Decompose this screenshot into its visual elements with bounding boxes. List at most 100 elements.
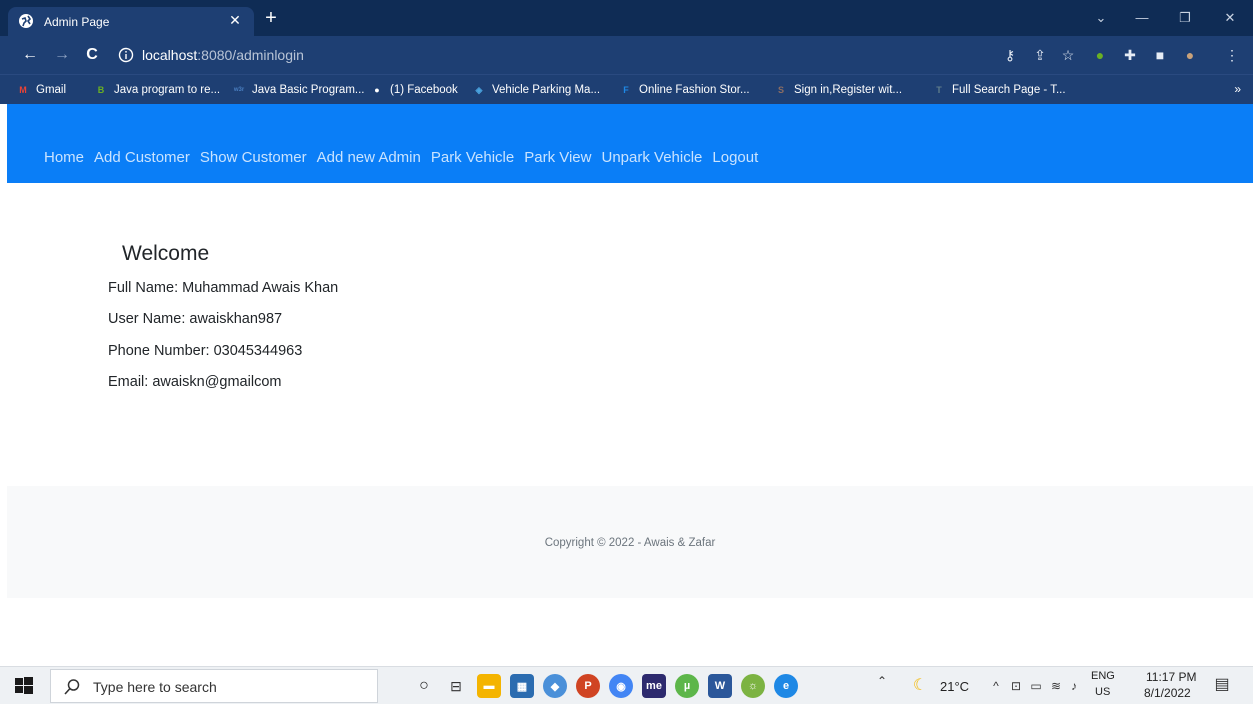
bookmark-item[interactable]: S Sign in,Register wit...: [774, 81, 902, 99]
powerpoint-icon[interactable]: P: [576, 674, 600, 698]
file-explorer-icon[interactable]: ▬: [477, 674, 501, 698]
show-hidden-icons-icon[interactable]: ⌃: [874, 673, 890, 689]
signin-icon: S: [777, 85, 784, 95]
windows-start-icon[interactable]: [14, 676, 34, 696]
word-icon[interactable]: W: [708, 674, 732, 698]
new-tab-icon[interactable]: +: [262, 8, 280, 28]
minimize-icon[interactable]: —: [1131, 8, 1153, 28]
wifi-icon[interactable]: ≋: [1048, 678, 1064, 694]
cortana-icon[interactable]: ○: [412, 674, 436, 698]
side-panel-icon[interactable]: ■: [1150, 45, 1170, 65]
bookmark-label: Gmail: [36, 84, 67, 96]
edge-icon[interactable]: e: [774, 674, 798, 698]
bookmark-green-icon: B: [97, 85, 105, 95]
chevron-up-icon[interactable]: ^: [988, 678, 1004, 694]
chrome-icon[interactable]: ◉: [609, 674, 633, 698]
forward-arrow-icon[interactable]: →: [52, 45, 72, 65]
nav-link-logout[interactable]: Logout: [712, 149, 758, 166]
browser-tab[interactable]: Admin Page ✕: [8, 7, 254, 36]
close-window-icon[interactable]: ✕: [1219, 8, 1241, 28]
utorrent-icon[interactable]: µ: [675, 674, 699, 698]
windows-taskbar: Type here to search ○ ⊟ ▬ ▦ ◆ P ◉ me µ W…: [0, 666, 1253, 704]
language-region[interactable]: US: [1095, 686, 1110, 698]
battery-icon[interactable]: ▭: [1028, 678, 1044, 694]
welcome-heading: Welcome: [122, 242, 210, 265]
search-page-icon: T: [936, 85, 942, 95]
restore-icon[interactable]: ❐: [1174, 8, 1196, 28]
tab-search-icon[interactable]: ⌄: [1090, 8, 1112, 28]
task-view-icon[interactable]: ⊟: [444, 674, 468, 698]
share-icon[interactable]: ⇪: [1030, 45, 1050, 65]
me-app-icon[interactable]: me: [642, 674, 666, 698]
info-icon[interactable]: [118, 47, 134, 63]
bookmarks-overflow-icon[interactable]: »: [1234, 82, 1241, 96]
bookmark-label: Online Fashion Stor...: [639, 84, 750, 96]
fashion-icon: F: [623, 85, 629, 95]
avatar[interactable]: ●: [1180, 45, 1200, 65]
puzzle-icon[interactable]: ✚: [1120, 45, 1140, 65]
store-icon[interactable]: ▦: [510, 674, 534, 698]
bookmark-label: (1) Facebook: [390, 84, 458, 96]
nav-link-park-vehicle[interactable]: Park Vehicle: [431, 149, 514, 166]
bookmark-label: Java program to re...: [114, 84, 221, 96]
w3r-icon: w3r: [233, 87, 245, 93]
cube-app-icon[interactable]: ◆: [543, 674, 567, 698]
extension-green-icon[interactable]: ●: [1090, 45, 1110, 65]
weather-moon-icon[interactable]: ☾: [912, 678, 928, 694]
nav-link-unpark-vehicle[interactable]: Unpark Vehicle: [602, 149, 703, 166]
notifications-icon[interactable]: ▤: [1214, 677, 1230, 693]
menu-dots-icon[interactable]: ⋮: [1222, 45, 1242, 65]
bookmark-label: Java Basic Program...: [252, 84, 365, 96]
bookmark-item[interactable]: B Java program to re...: [94, 81, 220, 99]
bookmark-item[interactable]: ◈ Vehicle Parking Ma...: [472, 81, 601, 99]
bookmark-item[interactable]: F Online Fashion Stor...: [619, 81, 750, 99]
tab-title: Admin Page: [44, 15, 110, 29]
search-icon: [64, 679, 80, 695]
volume-icon[interactable]: ♪: [1066, 678, 1082, 694]
close-tab-icon[interactable]: ✕: [227, 12, 243, 28]
page-footer: Copyright © 2022 - Awais & Zafar: [7, 486, 1253, 598]
eclipse-icon[interactable]: ☼: [741, 674, 765, 698]
nav-link-show-customer[interactable]: Show Customer: [200, 149, 307, 166]
bookmark-item[interactable]: w3r Java Basic Program...: [232, 81, 365, 99]
bookmark-label: Vehicle Parking Ma...: [492, 84, 601, 96]
back-arrow-icon[interactable]: ←: [20, 45, 40, 65]
temperature-text[interactable]: 21°C: [940, 679, 969, 694]
address-bar[interactable]: localhost:8080/adminlogin: [108, 40, 978, 70]
clock-date[interactable]: 8/1/2022: [1144, 686, 1191, 700]
search-placeholder: Type here to search: [93, 679, 217, 695]
url-host: localhost: [142, 47, 198, 63]
phone-number-text: Phone Number: 03045344963: [108, 343, 303, 359]
bookmark-item[interactable]: ● (1) Facebook: [370, 81, 458, 99]
parking-icon: ◈: [475, 84, 483, 95]
globe-icon: [19, 14, 33, 28]
bookmarks-bar: M Gmail B Java program to re... w3r Java Basi…: [0, 74, 1253, 104]
bookmark-label: Full Search Page - T...: [952, 84, 1066, 96]
reload-icon[interactable]: C: [82, 45, 102, 65]
taskbar-search-box[interactable]: Type here to search: [50, 669, 378, 703]
browser-tab-bar: Admin Page ✕ + ⌄ — ❐ ✕: [0, 0, 1253, 36]
gmail-icon: M: [19, 85, 27, 95]
nav-links: Home Add Customer Show Customer Add new …: [44, 149, 758, 166]
site-navbar: Home Add Customer Show Customer Add new …: [7, 104, 1253, 183]
globe-icon: ●: [374, 85, 380, 95]
browser-toolbar: ← → C localhost:8080/adminlogin ⚷ ⇪ ☆ ● …: [0, 36, 1253, 74]
copyright-text: Copyright © 2022 - Awais & Zafar: [544, 537, 716, 549]
bookmark-item[interactable]: T Full Search Page - T...: [932, 81, 1066, 99]
meet-now-icon[interactable]: ⊡: [1008, 678, 1024, 694]
nav-link-home[interactable]: Home: [44, 149, 84, 166]
nav-link-park-view[interactable]: Park View: [524, 149, 591, 166]
user-name-text: User Name: awaiskhan987: [108, 311, 283, 327]
url-text: localhost:8080/adminlogin: [142, 47, 304, 63]
nav-link-add-customer[interactable]: Add Customer: [94, 149, 190, 166]
star-icon[interactable]: ☆: [1058, 45, 1078, 65]
language-code[interactable]: ENG: [1091, 670, 1115, 682]
key-icon[interactable]: ⚷: [1000, 45, 1020, 65]
full-name-text: Full Name: Muhammad Awais Khan: [108, 280, 339, 296]
email-text: Email: awaiskn@gmailcom: [108, 374, 282, 390]
bookmark-item[interactable]: M Gmail: [16, 81, 66, 99]
bookmark-label: Sign in,Register wit...: [794, 84, 903, 96]
url-path: :8080/adminlogin: [197, 47, 304, 63]
clock-time[interactable]: 11:17 PM: [1146, 670, 1196, 684]
nav-link-add-new-admin[interactable]: Add new Admin: [317, 149, 421, 166]
